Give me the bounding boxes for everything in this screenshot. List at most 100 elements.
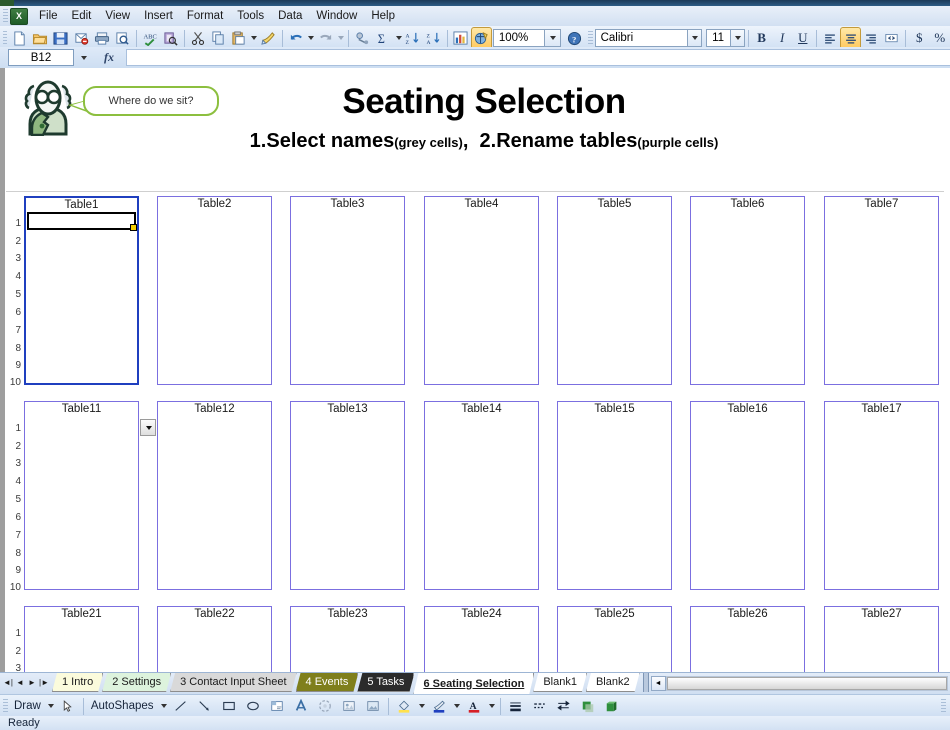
drawing-toolbar-end-grip[interactable]: [941, 699, 946, 713]
table-card-17[interactable]: Table17: [824, 401, 939, 590]
table-card-11[interactable]: Table11: [24, 401, 139, 590]
font-size-input[interactable]: 11: [706, 29, 731, 47]
table-card-23[interactable]: Table23: [290, 606, 405, 672]
table-card-13[interactable]: Table13: [290, 401, 405, 590]
dash-style-icon[interactable]: [528, 695, 552, 718]
drawing-toolbar-grip[interactable]: [3, 699, 8, 713]
table-name-label[interactable]: Table7: [825, 198, 938, 210]
horizontal-scroll-thumb[interactable]: [666, 676, 947, 690]
menu-item-window[interactable]: Window: [309, 8, 364, 24]
name-box[interactable]: B12: [8, 49, 74, 66]
3d-style-icon[interactable]: [600, 695, 624, 718]
font-color-icon[interactable]: A: [462, 695, 486, 718]
table-card-6[interactable]: Table6: [690, 196, 805, 385]
menu-item-tools[interactable]: Tools: [230, 8, 271, 24]
table-name-label[interactable]: Table21: [25, 608, 138, 620]
table-card-7[interactable]: Table7: [824, 196, 939, 385]
line-color-dropdown-arrow-icon[interactable]: [451, 696, 462, 717]
diagram-icon[interactable]: [313, 695, 337, 718]
table-name-label[interactable]: Table13: [291, 403, 404, 415]
next-sheet-icon[interactable]: ►: [26, 674, 38, 692]
table-card-22[interactable]: Table22: [157, 606, 272, 672]
picture-icon[interactable]: [361, 695, 385, 718]
font-name-input[interactable]: Calibri: [594, 29, 689, 47]
name-box-dropdown-arrow-icon[interactable]: [74, 49, 92, 66]
table-card-25[interactable]: Table25: [557, 606, 672, 672]
oval-icon[interactable]: [241, 695, 265, 718]
table-name-label[interactable]: Table4: [425, 198, 538, 210]
sheet-tab-tasks[interactable]: 5 Tasks: [357, 673, 414, 692]
line-style-icon[interactable]: [504, 695, 528, 718]
table-card-1[interactable]: Table1: [24, 196, 139, 385]
menu-item-insert[interactable]: Insert: [137, 8, 180, 24]
insert-function-icon[interactable]: fx: [92, 50, 126, 65]
menu-item-data[interactable]: Data: [271, 8, 309, 24]
rectangle-icon[interactable]: [217, 695, 241, 718]
table-name-label[interactable]: Table24: [425, 608, 538, 620]
clip-art-icon[interactable]: [337, 695, 361, 718]
table-name-label[interactable]: Table22: [158, 608, 271, 620]
wordart-icon[interactable]: [289, 695, 313, 718]
menu-item-format[interactable]: Format: [180, 8, 230, 24]
undo-dropdown-arrow-icon[interactable]: [306, 28, 315, 49]
menu-bar-grip[interactable]: [3, 9, 8, 23]
horizontal-scrollbar[interactable]: ◄: [650, 675, 948, 691]
autoshapes-dropdown-arrow-icon[interactable]: [158, 696, 169, 717]
arrow-style-icon[interactable]: [552, 695, 576, 718]
paste-dropdown-arrow-icon[interactable]: [249, 28, 258, 49]
table-card-3[interactable]: Table3: [290, 196, 405, 385]
last-sheet-icon[interactable]: |►: [38, 674, 50, 692]
table-name-label[interactable]: Table14: [425, 403, 538, 415]
sheet-tab-events[interactable]: 4 Events: [296, 673, 359, 692]
table-name-label[interactable]: Table2: [158, 198, 271, 210]
table-card-4[interactable]: Table4: [424, 196, 539, 385]
table-name-label[interactable]: Table17: [825, 403, 938, 415]
table-name-label[interactable]: Table1: [26, 199, 137, 211]
sheet-tab-contact-input-sheet[interactable]: 3 Contact Input Sheet: [170, 673, 296, 692]
table-name-label[interactable]: Table23: [291, 608, 404, 620]
table-name-label[interactable]: Table25: [558, 608, 671, 620]
zoom-value[interactable]: 100%: [492, 29, 545, 47]
menu-item-file[interactable]: File: [32, 8, 65, 24]
autoshapes-menu-button[interactable]: AutoShapes: [87, 700, 158, 712]
table-name-label[interactable]: Table26: [691, 608, 804, 620]
arrow-icon[interactable]: [193, 695, 217, 718]
sheet-tab-seating-selection[interactable]: 6 Seating Selection: [413, 673, 534, 694]
menu-item-help[interactable]: Help: [364, 8, 402, 24]
previous-sheet-icon[interactable]: ◄: [14, 674, 26, 692]
zoom-control[interactable]: 100%: [492, 29, 561, 47]
formatting-toolbar-grip[interactable]: [588, 31, 593, 45]
sheet-tab-intro[interactable]: 1 Intro: [52, 673, 103, 692]
table-card-21[interactable]: Table21: [24, 606, 139, 672]
tab-split-handle[interactable]: [642, 673, 649, 692]
shadow-style-icon[interactable]: [576, 695, 600, 718]
table-card-26[interactable]: Table26: [690, 606, 805, 672]
menu-item-view[interactable]: View: [98, 8, 137, 24]
table-card-2[interactable]: Table2: [157, 196, 272, 385]
selected-cell[interactable]: [27, 212, 137, 231]
table-card-12[interactable]: Table12: [157, 401, 272, 590]
zoom-dropdown-arrow-icon[interactable]: [544, 29, 561, 47]
table-name-label[interactable]: Table12: [158, 403, 271, 415]
autosum-dropdown-arrow-icon[interactable]: [393, 28, 402, 49]
table-card-24[interactable]: Table24: [424, 606, 539, 672]
horizontal-scroll-track[interactable]: [665, 675, 948, 691]
scroll-left-icon[interactable]: ◄: [650, 675, 666, 691]
sheet-tab-blank2[interactable]: Blank2: [586, 673, 640, 692]
standard-toolbar-grip[interactable]: [3, 31, 8, 45]
menu-item-edit[interactable]: Edit: [65, 8, 99, 24]
table-name-label[interactable]: Table27: [825, 608, 938, 620]
table-name-label[interactable]: Table15: [558, 403, 671, 415]
text-box-icon[interactable]: [265, 695, 289, 718]
sheet-tab-blank1[interactable]: Blank1: [533, 673, 587, 692]
draw-dropdown-arrow-icon[interactable]: [45, 696, 56, 717]
font-color-dropdown-arrow-icon[interactable]: [486, 696, 497, 717]
table-name-label[interactable]: Table6: [691, 198, 804, 210]
redo-dropdown-arrow-icon[interactable]: [336, 28, 345, 49]
fill-color-dropdown-arrow-icon[interactable]: [416, 696, 427, 717]
table-card-14[interactable]: Table14: [424, 401, 539, 590]
table-name-label[interactable]: Table16: [691, 403, 804, 415]
table-name-label[interactable]: Table11: [25, 403, 138, 415]
first-sheet-icon[interactable]: ◄|: [2, 674, 14, 692]
sheet-tab-settings[interactable]: 2 Settings: [102, 673, 171, 692]
